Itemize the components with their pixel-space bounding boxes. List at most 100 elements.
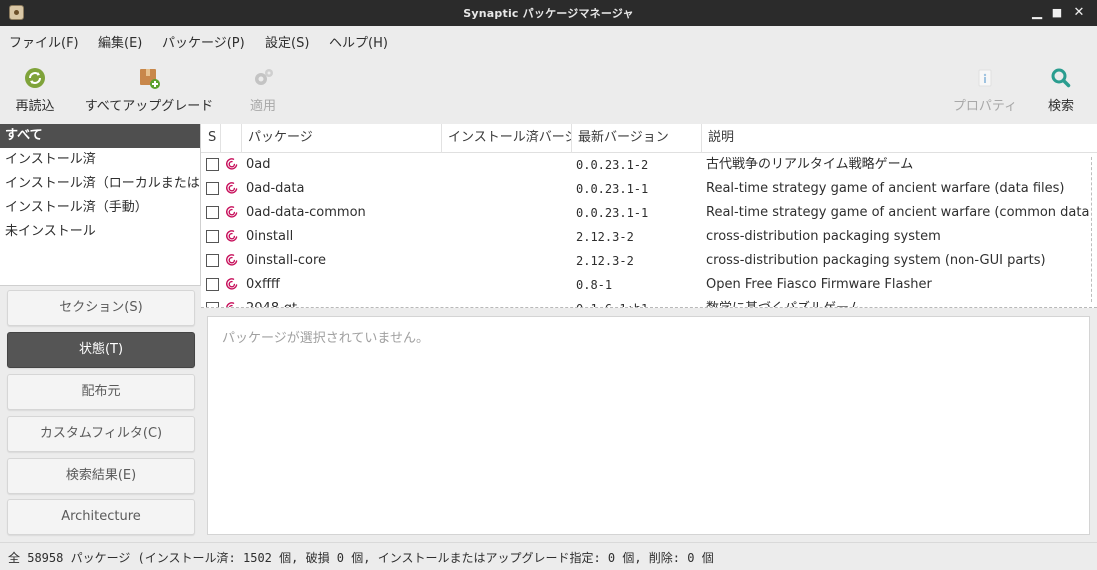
architecture-button[interactable]: Architecture	[7, 499, 195, 535]
package-name: 0ad-data	[246, 181, 305, 196]
package-checkbox[interactable]	[206, 206, 219, 219]
status-text: 全 58958 パッケージ (インストール済: 1502 個, 破損 0 個, …	[8, 551, 714, 565]
menu-file[interactable]: ファイル(F)	[9, 32, 79, 51]
column-status[interactable]: S	[201, 124, 221, 153]
package-name: 0ad-data-common	[246, 205, 366, 220]
menu-help[interactable]: ヘルプ(H)	[329, 32, 388, 51]
column-description[interactable]: 説明	[702, 124, 1097, 153]
package-details-pane: パッケージが選択されていません。	[207, 316, 1090, 535]
column-installed-version[interactable]: インストール済バージ	[442, 124, 572, 153]
info-icon	[978, 69, 992, 87]
search-icon	[1051, 68, 1071, 88]
gears-icon	[255, 69, 273, 85]
table-row[interactable]: 0xffff 0.8-1 Open Free Fiasco Firmware Fla…	[201, 273, 1097, 297]
package-latest-version: 0.1.6-1+b1	[576, 297, 702, 307]
apply-button[interactable]: 適用	[244, 54, 282, 124]
reload-icon	[25, 68, 45, 88]
package-description: cross-distribution packaging system (non…	[706, 253, 1046, 268]
package-latest-version: 0.0.23.1-1	[576, 206, 649, 220]
package-table: S パッケージ インストール済バージ 最新バージョン 説明 0ad 0.0.23.…	[201, 124, 1097, 308]
menu-settings[interactable]: 設定(S)	[265, 32, 309, 51]
column-package[interactable]: パッケージ	[242, 124, 442, 153]
table-row[interactable]: 0ad-data 0.0.23.1-1 Real-time strategy gam…	[201, 177, 1097, 201]
search-results-button[interactable]: 検索結果(E)	[7, 458, 195, 494]
filter-item-not-installed[interactable]: 未インストール	[0, 220, 200, 244]
sections-button[interactable]: セクション(S)	[7, 290, 195, 326]
table-row[interactable]: 0install-core 2.12.3-2 cross-distribution …	[201, 249, 1097, 273]
reload-label: 再読込	[15, 99, 55, 114]
debian-icon	[226, 230, 238, 242]
debian-icon	[226, 182, 238, 194]
upgrade-all-button[interactable]: すべてアップグレード	[82, 54, 216, 124]
menu-edit[interactable]: 編集(E)	[98, 32, 142, 51]
package-installed-version	[448, 297, 572, 307]
search-button[interactable]: 検索	[1044, 54, 1078, 124]
package-description: 古代戦争のリアルタイム戦略ゲーム	[706, 157, 914, 172]
package-checkbox[interactable]	[206, 158, 219, 171]
package-installed-version	[448, 201, 572, 225]
properties-button[interactable]: プロパティ	[950, 54, 1020, 124]
package-checkbox[interactable]	[206, 182, 219, 195]
apply-label: 適用	[249, 99, 276, 114]
package-checkbox[interactable]	[206, 302, 219, 307]
title-bar: Synaptic パッケージマネージャ ▁ ■ ✕	[0, 0, 1097, 26]
package-description: 数学に基づくパズルゲーム	[706, 297, 1092, 307]
package-installed-version	[448, 249, 572, 273]
package-checkbox[interactable]	[206, 278, 219, 291]
package-name: 0install-core	[246, 253, 327, 268]
package-installed-version	[448, 153, 572, 177]
package-upgrade-icon	[140, 69, 160, 89]
table-row[interactable]: 2048-qt 0.1.6-1+b1 数学に基づくパズルゲーム	[201, 297, 1097, 307]
maximize-icon[interactable]: ■	[1048, 4, 1066, 22]
debian-icon	[226, 158, 238, 170]
status-bar: 全 58958 パッケージ (インストール済: 1502 個, 破損 0 個, …	[0, 542, 1097, 570]
table-row[interactable]: 0ad 0.0.23.1-2 古代戦争のリアルタイム戦略ゲーム	[201, 153, 1097, 177]
package-installed-version	[448, 273, 572, 297]
package-description: cross-distribution packaging system	[706, 229, 941, 244]
table-row[interactable]: 0install 2.12.3-2 cross-distribution packa…	[201, 225, 1097, 249]
window-title: Synaptic パッケージマネージャ	[463, 7, 634, 20]
custom-filters-button[interactable]: カスタムフィルタ(C)	[7, 416, 195, 452]
upgrade-all-label: すべてアップグレード	[84, 99, 214, 114]
package-description: Real-time strategy game of ancient warfa…	[706, 181, 1065, 196]
details-placeholder: パッケージが選択されていません。	[222, 331, 429, 346]
package-description: Open Free Fiasco Firmware Flasher	[706, 277, 932, 292]
table-row[interactable]: 0ad-data-common 0.0.23.1-1 Real-time strat…	[201, 201, 1097, 225]
menu-package[interactable]: パッケージ(P)	[162, 32, 245, 51]
package-checkbox[interactable]	[206, 230, 219, 243]
debian-icon	[226, 278, 238, 290]
minimize-icon[interactable]: ▁	[1028, 4, 1046, 22]
filter-item-installed-manual[interactable]: インストール済（手動）	[0, 196, 200, 220]
package-latest-version: 2.12.3-2	[576, 254, 634, 268]
column-icon[interactable]	[221, 124, 242, 153]
package-name: 0install	[246, 229, 294, 244]
package-name: 2048-qt	[246, 297, 441, 307]
close-icon[interactable]: ✕	[1070, 4, 1088, 22]
debian-icon	[226, 254, 238, 266]
origin-button[interactable]: 配布元	[7, 374, 195, 410]
table-scrollbar[interactable]	[1091, 157, 1093, 302]
debian-icon	[226, 206, 238, 218]
search-label: 検索	[1047, 99, 1074, 114]
status-button[interactable]: 状態(T)	[7, 332, 195, 368]
toolbar: 再読込 すべてアップグレード 適用 プロパティ 検索	[0, 54, 1097, 124]
filter-item-all[interactable]: すべて	[0, 124, 200, 148]
package-latest-version: 2.12.3-2	[576, 230, 634, 244]
package-installed-version	[448, 225, 572, 249]
package-latest-version: 0.8-1	[576, 278, 613, 292]
column-latest-version[interactable]: 最新バージョン	[572, 124, 702, 153]
filter-item-installed[interactable]: インストール済	[0, 148, 200, 172]
debian-icon	[226, 302, 235, 307]
table-header: S パッケージ インストール済バージ 最新バージョン 説明	[201, 124, 1097, 153]
filter-list: すべて インストール済 インストール済（ローカルまたは インストール済（手動） …	[0, 124, 201, 286]
reload-button[interactable]: 再読込	[8, 54, 62, 124]
package-name: 0xffff	[246, 277, 280, 292]
filter-item-installed-local[interactable]: インストール済（ローカルまたは	[0, 172, 200, 196]
menu-bar: ファイル(F) 編集(E) パッケージ(P) 設定(S) ヘルプ(H)	[0, 26, 1097, 54]
package-checkbox[interactable]	[206, 254, 219, 267]
package-name: 0ad	[246, 157, 271, 172]
package-description: Real-time strategy game of ancient warfa…	[706, 205, 1090, 220]
properties-label: プロパティ	[952, 99, 1018, 114]
package-latest-version: 0.0.23.1-1	[576, 182, 649, 196]
package-installed-version	[448, 177, 572, 201]
